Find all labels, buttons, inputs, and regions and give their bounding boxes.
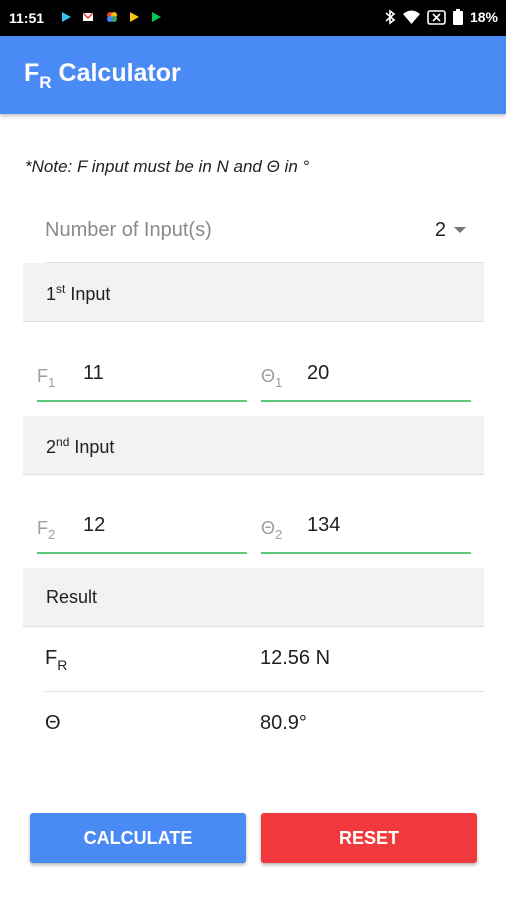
input-2-header: 2nd Input — [23, 416, 484, 475]
battery-percent: 18% — [469, 9, 498, 25]
status-bar: 11:51 18% — [0, 0, 506, 36]
angle-2-input[interactable] — [307, 514, 457, 537]
wifi-icon — [402, 10, 420, 24]
result-angle-label: Θ — [45, 712, 61, 734]
result-header: Result — [23, 568, 484, 627]
data-off-icon — [427, 9, 446, 25]
app-bar: FR Calculator — [0, 36, 506, 114]
caret-down-icon — [454, 227, 466, 233]
input-count-dropdown[interactable]: Number of Input(s) 2 — [45, 198, 484, 263]
app-title: FR Calculator — [24, 59, 181, 92]
reset-button[interactable]: RESET — [261, 813, 477, 863]
force-1-input[interactable] — [83, 362, 233, 385]
status-time: 11:51 — [9, 10, 45, 26]
battery-icon — [452, 9, 463, 25]
result-force-value: 12.56 N — [260, 647, 331, 669]
force-2-field[interactable]: F2 — [37, 508, 247, 554]
angle-2-field[interactable]: Θ2 — [261, 508, 471, 554]
bluetooth-icon — [385, 9, 396, 25]
angle-1-field[interactable]: Θ1 — [261, 356, 471, 402]
result-force-label: FR — [45, 647, 68, 673]
force-2-input[interactable] — [83, 514, 233, 537]
result-angle-row: Θ 80.9° — [45, 692, 484, 756]
force-1-field[interactable]: F1 — [37, 356, 247, 402]
force-1-label: F1 — [37, 366, 56, 390]
result-force-row: FR 12.56 N — [45, 627, 484, 692]
calculate-button[interactable]: CALCULATE — [30, 813, 246, 863]
angle-1-input[interactable] — [307, 362, 457, 385]
play-store-icon — [152, 12, 161, 22]
angle-1-label: Θ1 — [261, 366, 283, 390]
result-angle-value: 80.9° — [260, 712, 307, 734]
photos-icon — [107, 12, 117, 22]
input-count-label: Number of Input(s) — [45, 219, 212, 241]
input-1-title: 1st Input — [46, 282, 111, 304]
units-note: *Note: F input must be in N and Θ in ° — [25, 157, 310, 176]
input-2-title: 2nd Input — [46, 435, 115, 457]
play-store-icon — [62, 12, 71, 22]
gmail-icon — [82, 12, 94, 21]
status-icons: 18% — [384, 9, 498, 25]
input-count-value: 2 — [434, 219, 446, 241]
angle-2-label: Θ2 — [261, 518, 283, 542]
input-1-header: 1st Input — [23, 263, 484, 322]
result-title: Result — [46, 587, 98, 607]
force-2-label: F2 — [37, 518, 56, 542]
play-store-icon — [130, 12, 139, 22]
